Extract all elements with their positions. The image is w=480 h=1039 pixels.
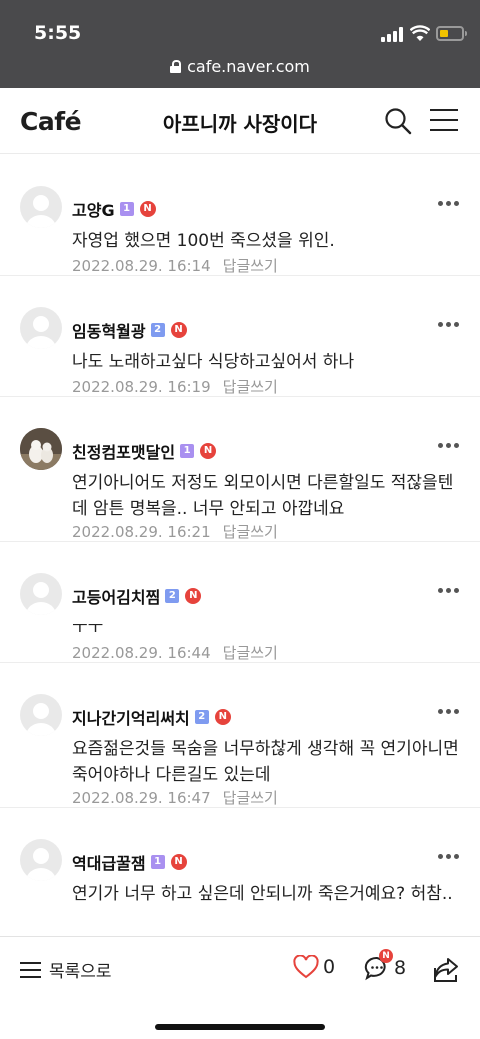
comment-item: 친정컴포맷달인 1 N 연기아니어도 저정도 외모이시면 다른할일도 적잖을텐데 암… (0, 397, 480, 542)
nickname[interactable]: 친정컴포맷달인 (72, 443, 175, 462)
new-badge: N (200, 443, 217, 459)
like-count: 0 (323, 956, 336, 978)
more-options-icon[interactable] (438, 201, 460, 207)
home-indicator (155, 1024, 325, 1030)
member-level-badge: 2 (194, 710, 209, 724)
reply-link[interactable]: 답글쓰기 (223, 789, 278, 807)
avatar[interactable] (20, 428, 62, 470)
comment-date: 2022.08.29. 16:19 (72, 378, 211, 396)
comment-text: 요즘젊은것들 목숨을 너무하찮게 생각해 꼭 연기아니면 죽어야하나 다른길도 … (72, 739, 459, 785)
reply-link[interactable]: 답글쓰기 (223, 378, 278, 396)
comment-text: 연기가 너무 하고 싶은데 안되니까 죽은거예요? 허참.. (72, 884, 453, 904)
comment-item: 고등어김치찜 2 N ㅜㅜ 2022.08.29. 16:44 답글쓰기 (0, 542, 480, 663)
comment-date: 2022.08.29. 16:47 (72, 789, 211, 807)
nickname[interactable]: 지나간기억리써치 (72, 709, 190, 728)
share-icon[interactable] (432, 955, 460, 983)
comment-text: ㅜㅜ (72, 618, 104, 638)
new-badge: N (170, 322, 187, 338)
search-icon[interactable] (384, 107, 412, 135)
list-label: 목록으로 (49, 962, 112, 982)
comment-new-badge: N (379, 949, 393, 963)
signal-icon (381, 27, 405, 42)
like-button[interactable]: 0 (293, 954, 336, 983)
comment-item: 임동혁월광 2 N 나도 노래하고싶다 식당하고싶어서 하나 2022.08.29.… (0, 276, 480, 397)
heart-icon (293, 954, 319, 979)
new-badge: N (170, 854, 187, 870)
member-level-badge: 1 (180, 444, 195, 458)
nickname[interactable]: 고양G (72, 201, 115, 220)
cafe-header: Café 아프니까 사장이다 (0, 88, 480, 154)
comment-text: 연기아니어도 저정도 외모이시면 다른할일도 적잖을텐데 암튼 명복을.. 너무… (72, 473, 454, 519)
avatar[interactable] (20, 186, 62, 228)
bottom-toolbar: 목록으로 0 N8 (0, 936, 480, 1039)
comment-button[interactable]: N8 (364, 949, 407, 983)
menu-icon[interactable] (430, 109, 458, 133)
comment-date: 2022.08.29. 16:44 (72, 644, 211, 662)
more-options-icon[interactable] (438, 854, 460, 860)
reply-link[interactable]: 답글쓰기 (223, 644, 278, 662)
new-badge: N (185, 588, 202, 604)
comment-list: 고양G 1 N 자영업 했으면 100번 죽으셨을 위인. 2022.08.29. … (0, 155, 480, 938)
more-options-icon[interactable] (438, 588, 460, 594)
comment-text: 나도 노래하고싶다 식당하고싶어서 하나 (72, 352, 355, 372)
more-options-icon[interactable] (438, 322, 460, 328)
comment-date: 2022.08.29. 16:14 (72, 257, 211, 275)
battery-icon (436, 26, 467, 41)
list-button[interactable]: 목록으로 (20, 957, 112, 982)
wifi-icon (410, 25, 430, 41)
member-level-badge: 2 (165, 589, 180, 603)
list-icon (20, 961, 41, 979)
reply-link[interactable]: 답글쓰기 (223, 523, 278, 541)
comment-item: 지나간기억리써치 2 N 요즘젊은것들 목숨을 너무하찮게 생각해 꼭 연기아니면 … (0, 663, 480, 808)
nickname[interactable]: 역대급꿀잼 (72, 854, 146, 873)
member-level-badge: 1 (119, 202, 134, 216)
avatar[interactable] (20, 694, 62, 736)
comment-text: 자영업 했으면 100번 죽으셨을 위인. (72, 231, 335, 251)
member-level-badge: 2 (150, 323, 165, 337)
comment-item: 역대급꿀잼 1 N 연기가 너무 하고 싶은데 안되니까 죽은거예요? 허참.. (0, 808, 480, 938)
nickname[interactable]: 고등어김치찜 (72, 588, 160, 607)
more-options-icon[interactable] (438, 709, 460, 715)
avatar[interactable] (20, 307, 62, 349)
address-bar[interactable]: cafe.naver.com (0, 56, 480, 82)
nickname[interactable]: 임동혁월광 (72, 322, 146, 341)
member-level-badge: 1 (150, 855, 165, 869)
new-badge: N (139, 201, 156, 217)
comment-item: 고양G 1 N 자영업 했으면 100번 죽으셨을 위인. 2022.08.29. … (0, 155, 480, 276)
url-text: cafe.naver.com (187, 57, 310, 76)
avatar[interactable] (20, 573, 62, 615)
status-time: 5:55 (34, 22, 82, 44)
reply-link[interactable]: 답글쓰기 (223, 257, 278, 275)
lock-icon (170, 60, 182, 73)
comment-count: 8 (394, 957, 407, 979)
new-badge: N (214, 709, 231, 725)
status-bar: 5:55 cafe.naver.com (0, 0, 480, 88)
comment-date: 2022.08.29. 16:21 (72, 523, 211, 541)
more-options-icon[interactable] (438, 443, 460, 449)
avatar[interactable] (20, 839, 62, 881)
